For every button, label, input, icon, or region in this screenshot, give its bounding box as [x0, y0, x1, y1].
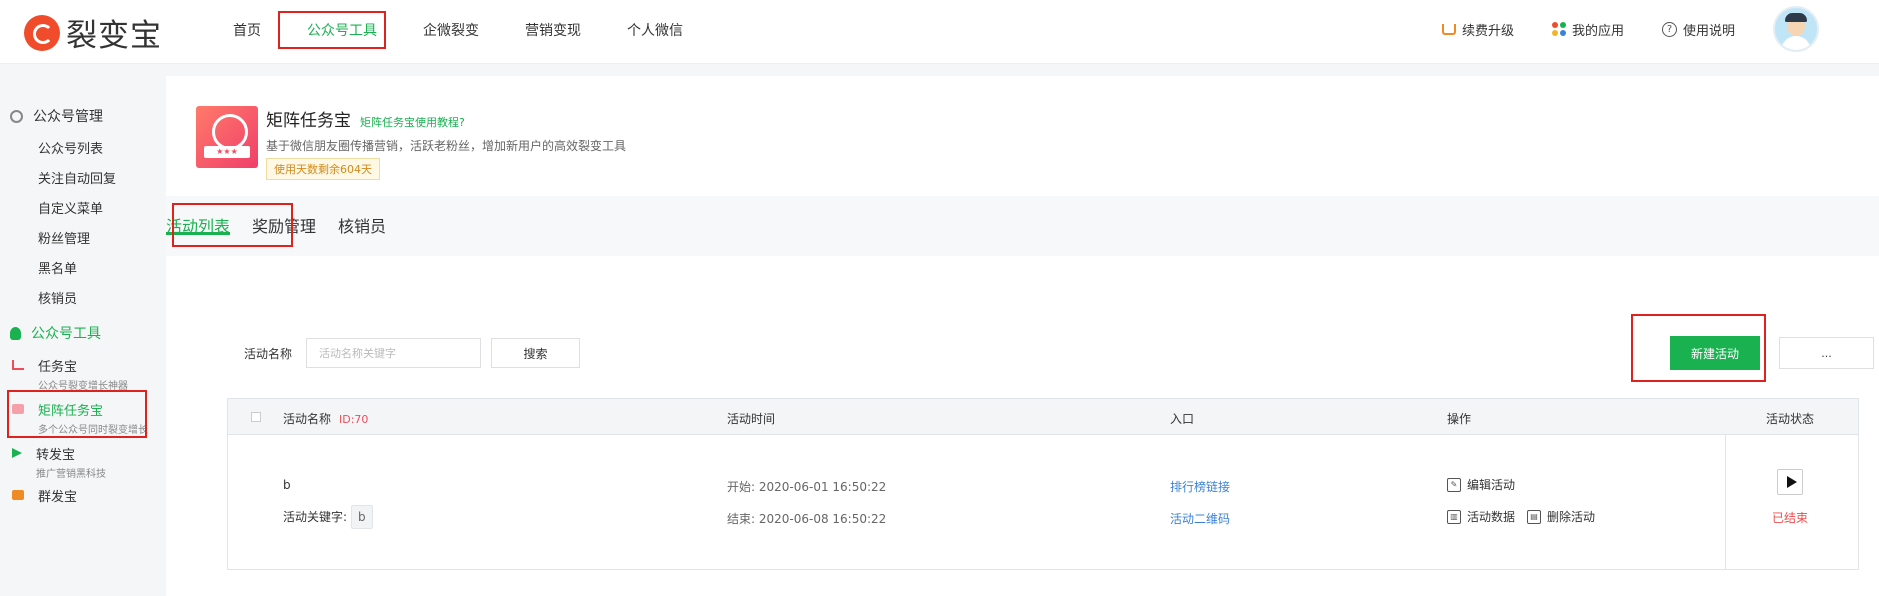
my-apps-label: 我的应用 [1571, 23, 1624, 39]
logo-text: 裂变宝 [66, 18, 162, 54]
sidebar-tool-task[interactable]: 任务宝 公众号裂变增长神器 [12, 356, 128, 392]
annotation-highlight-new-button [1631, 314, 1766, 382]
tool-title: 群发宝 [38, 490, 78, 505]
col-name: 活动名称 ID:70 [283, 410, 368, 427]
stats-icon: ▥ [1447, 509, 1461, 524]
cart-icon [1441, 23, 1456, 35]
help-icon: ? [1661, 21, 1677, 37]
activity-name: b [283, 478, 291, 492]
send-icon [12, 448, 22, 458]
sidebar-item-auto-reply[interactable]: 关注自动回复 [38, 168, 116, 187]
search-label: 活动名称 [244, 346, 293, 361]
user-icon [10, 326, 21, 340]
col-entry: 入口 [1170, 412, 1195, 426]
sidebar-tool-forward[interactable]: 转发宝 推广营销黑科技 [12, 444, 106, 480]
tutorial-link[interactable]: 矩阵任务宝使用教程? [360, 114, 465, 130]
page-title: 矩阵任务宝 [266, 111, 351, 131]
tool-title: 任务宝 [38, 360, 78, 375]
top-right-menu: 续费升级 我的应用 ? 使用说明 [1404, 0, 1879, 58]
tool-description: 基于微信朋友圈传播营销，活跃老粉丝，增加新用户的高效裂变工具 [266, 139, 627, 153]
activity-keyword: 活动关键字: b [283, 505, 373, 529]
search-input[interactable] [306, 338, 482, 368]
activity-start-time: 开始: 2020-06-01 16:50:22 [727, 480, 887, 494]
tab-verifiers[interactable]: 核销员 [338, 213, 386, 236]
activity-table: 活动名称 ID:70 活动时间 入口 操作 活动状态 b 活动关键字: b 开始: … [227, 398, 1859, 570]
upgrade-label: 续费升级 [1461, 23, 1514, 39]
nav-personal-wechat[interactable]: 个人微信 [625, 20, 685, 40]
id-tag: ID:70 [339, 413, 369, 426]
logo[interactable]: 裂变宝 [24, 10, 162, 55]
rank-link[interactable]: 排行榜链接 [1170, 478, 1230, 495]
logo-icon [24, 14, 60, 51]
col-time: 活动时间 [727, 412, 776, 426]
trash-icon: ▤ [1527, 509, 1541, 524]
play-icon[interactable] [1777, 469, 1803, 495]
tool-header: 矩阵任务宝 矩阵任务宝使用教程? 基于微信朋友圈传播营销，活跃老粉丝，增加新用户… [196, 106, 626, 180]
sidebar-item-verifiers[interactable]: 核销员 [38, 288, 77, 307]
nav-marketing-monetization[interactable]: 营销变现 [523, 20, 583, 40]
keyword-value: b [351, 505, 373, 529]
sidebar-section-label: 公众号管理 [33, 109, 103, 125]
sidebar-section-account-management[interactable]: 公众号管理 [10, 106, 103, 126]
status-badge: 已结束 [1772, 511, 1809, 525]
more-button[interactable]: ... [1779, 337, 1874, 369]
help-label: 使用说明 [1682, 23, 1735, 39]
col-operations: 操作 [1447, 412, 1472, 426]
status-divider [1725, 435, 1726, 570]
annotation-highlight-nav [278, 11, 386, 49]
edit-label: 编辑活动 [1467, 478, 1516, 492]
search-button[interactable]: 搜索 [491, 338, 581, 368]
edit-icon: ✎ [1447, 477, 1461, 492]
qrcode-link[interactable]: 活动二维码 [1170, 510, 1230, 527]
top-navbar: 裂变宝 首页 公众号工具 企微裂变 营销变现 个人微信 续费升级 我的应用 ? … [0, 0, 1879, 64]
sidebar-section-label: 公众号工具 [31, 326, 101, 342]
delete-activity-button[interactable]: ▤ 删除活动 [1527, 508, 1595, 525]
apps-icon [1551, 22, 1566, 36]
chart-icon [12, 360, 24, 370]
avatar[interactable] [1773, 6, 1819, 52]
sidebar-tool-mass-send[interactable]: 群发宝 [12, 486, 77, 505]
nav-home[interactable]: 首页 [231, 20, 263, 40]
table-header: 活动名称 ID:70 活动时间 入口 操作 活动状态 [228, 399, 1858, 435]
activity-end-time: 结束: 2020-06-08 16:50:22 [727, 512, 887, 526]
my-apps-link[interactable]: 我的应用 [1551, 20, 1624, 39]
sidebar-item-account-list[interactable]: 公众号列表 [38, 138, 103, 157]
sidebar: 公众号管理 公众号列表 关注自动回复 自定义菜单 粉丝管理 黑名单 核销员 公众… [0, 64, 166, 596]
tool-subtitle: 推广营销黑科技 [36, 469, 106, 480]
select-all-checkbox[interactable] [251, 412, 261, 422]
sidebar-item-custom-menu[interactable]: 自定义菜单 [38, 198, 103, 217]
help-link[interactable]: ? 使用说明 [1661, 20, 1735, 39]
delete-label: 删除活动 [1547, 510, 1596, 524]
annotation-highlight-tab [172, 203, 293, 247]
search-bar: 活动名称 搜索 [244, 338, 581, 368]
tool-title: 转发宝 [36, 448, 76, 463]
sidebar-item-fans[interactable]: 粉丝管理 [38, 228, 90, 247]
data-label: 活动数据 [1467, 510, 1516, 524]
col-name-label: 活动名称 [283, 412, 332, 426]
tabs-band [166, 196, 1879, 256]
mass-send-icon [12, 490, 24, 500]
matrix-task-logo-icon [196, 106, 258, 168]
upgrade-link[interactable]: 续费升级 [1441, 20, 1514, 39]
sidebar-item-blacklist[interactable]: 黑名单 [38, 258, 77, 277]
nav-wecom-fission[interactable]: 企微裂变 [421, 20, 481, 40]
annotation-highlight-sidebar [7, 390, 147, 438]
activity-data-button[interactable]: ▥ 活动数据 [1447, 508, 1515, 525]
sidebar-section-account-tools[interactable]: 公众号工具 [10, 323, 101, 343]
edit-activity-button[interactable]: ✎ 编辑活动 [1447, 476, 1515, 493]
col-status: 活动状态 [1766, 412, 1815, 426]
cloud-icon [10, 109, 23, 123]
keyword-label: 活动关键字: [283, 510, 348, 524]
remaining-days-badge: 使用天数剩余604天 [266, 158, 380, 180]
